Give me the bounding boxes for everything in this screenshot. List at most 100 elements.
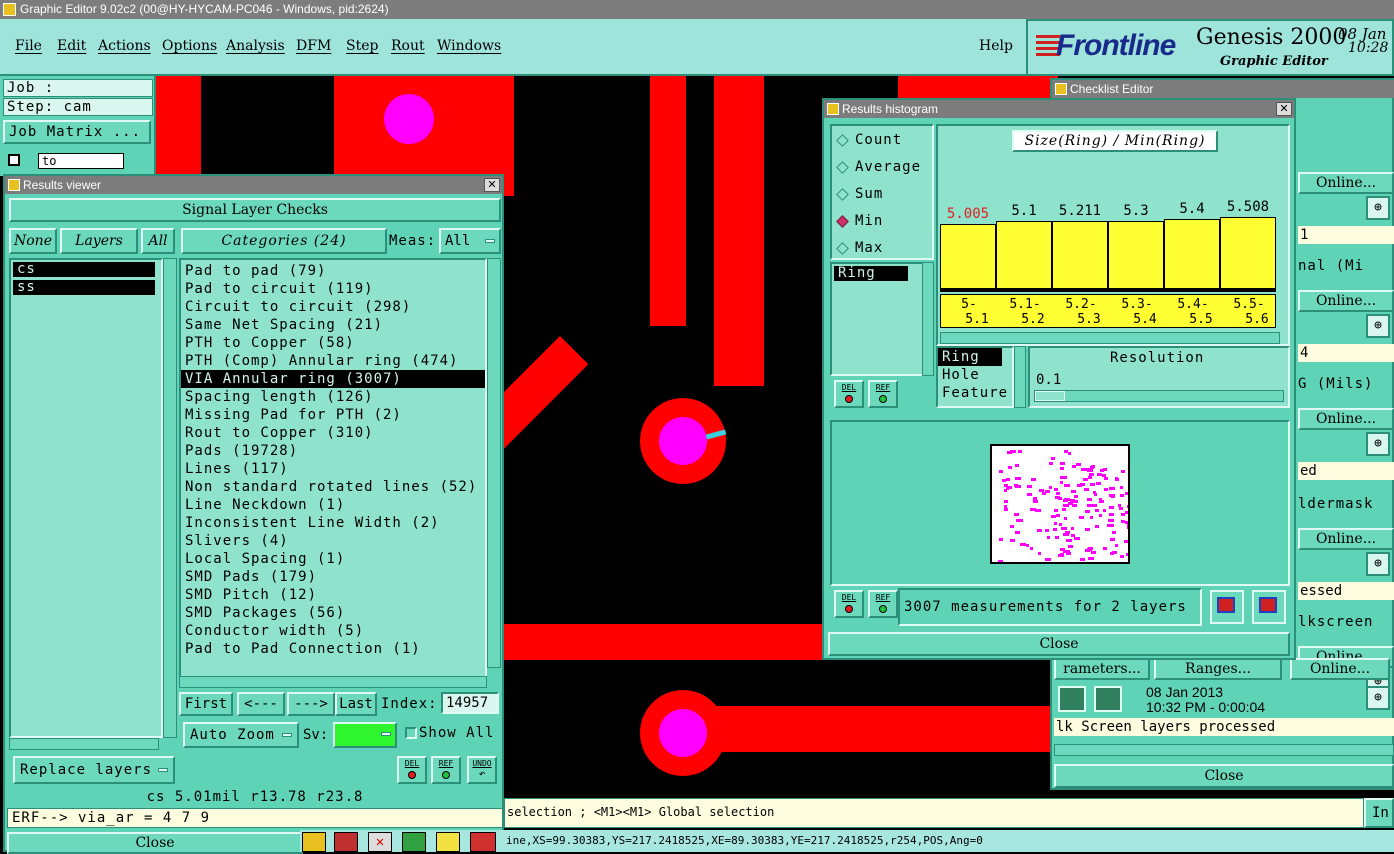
tool-icon-2[interactable]: [334, 832, 358, 852]
histogram-bar[interactable]: [940, 224, 996, 289]
ref-button[interactable]: REF: [431, 756, 461, 784]
online-button-last[interactable]: Online...: [1290, 658, 1390, 680]
category-item[interactable]: PTH (Comp) Annular ring (474): [181, 352, 485, 370]
category-item[interactable]: Pad to pad (79): [181, 262, 485, 280]
hist-del-button-2[interactable]: DEL: [834, 590, 864, 618]
menu-rout[interactable]: Rout: [391, 38, 425, 54]
in-button[interactable]: In: [1364, 798, 1394, 828]
stat-radio-max[interactable]: Max: [836, 240, 883, 256]
job-matrix-button[interactable]: Job Matrix ...: [3, 120, 151, 144]
size-item[interactable]: Ring: [938, 348, 1002, 366]
category-item[interactable]: Slivers (4): [181, 532, 485, 550]
zoom-icon[interactable]: ⊕: [1366, 686, 1390, 710]
notes-icon[interactable]: [436, 832, 460, 852]
category-item[interactable]: VIA Annular ring (3007): [181, 370, 485, 388]
help-menu[interactable]: Help: [979, 38, 1013, 54]
layer-list-scrollbar[interactable]: [163, 258, 177, 738]
category-item[interactable]: Pad to Pad Connection (1): [181, 640, 485, 658]
prev-button[interactable]: <---: [237, 692, 285, 716]
ref-cross-icon[interactable]: ✕: [368, 832, 392, 852]
category-item[interactable]: Rout to Copper (310): [181, 424, 485, 442]
category-item[interactable]: Local Spacing (1): [181, 550, 485, 568]
histogram-bar[interactable]: [996, 221, 1052, 289]
menu-windows[interactable]: Windows: [437, 38, 501, 54]
category-item[interactable]: Non standard rotated lines (52): [181, 478, 485, 496]
stat-radio-average[interactable]: Average: [836, 159, 921, 175]
results-close-button[interactable]: Close: [7, 832, 303, 854]
stat-radio-min[interactable]: Min: [836, 213, 883, 229]
checklist-close-button[interactable]: Close: [1054, 764, 1394, 788]
size-item[interactable]: Feature: [938, 384, 1012, 402]
undo-button[interactable]: UNDO ↶: [467, 756, 497, 784]
show-all-checkbox[interactable]: [405, 727, 417, 739]
measure-list[interactable]: Ring: [830, 262, 926, 376]
replace-layers-select[interactable]: Replace layers: [13, 756, 175, 784]
results-viewer-close-icon[interactable]: ✕: [484, 178, 500, 192]
last-button[interactable]: Last: [335, 692, 377, 716]
category-item[interactable]: Pad to circuit (119): [181, 280, 485, 298]
to-select[interactable]: to: [38, 153, 124, 169]
export-icon-2[interactable]: [1252, 590, 1286, 624]
menu-analysis[interactable]: Analysis: [226, 38, 285, 54]
layer-list-item[interactable]: ss: [13, 280, 155, 295]
category-item[interactable]: Lines (117): [181, 460, 485, 478]
menu-file[interactable]: File: [15, 38, 42, 54]
chart-icon[interactable]: [470, 832, 496, 852]
menu-edit[interactable]: Edit: [57, 38, 86, 54]
menu-dfm[interactable]: DFM: [296, 38, 331, 54]
index-field[interactable]: 14957: [441, 692, 499, 714]
export-icon-1[interactable]: [1210, 590, 1244, 624]
histogram-bar[interactable]: [1164, 219, 1220, 289]
measure-list-scrollbar[interactable]: [922, 262, 934, 376]
histogram-bar[interactable]: [1220, 217, 1276, 289]
category-item[interactable]: Conductor width (5): [181, 622, 485, 640]
size-list-scrollbar[interactable]: [1014, 346, 1026, 408]
hist-ref-button-2[interactable]: REF: [868, 590, 898, 618]
histogram-close-icon[interactable]: ✕: [1276, 102, 1292, 116]
category-item[interactable]: Pads (19728): [181, 442, 485, 460]
size-list[interactable]: Ring Hole Feature: [936, 346, 1014, 408]
zoom-icon[interactable]: ⊕: [1366, 432, 1390, 456]
menu-actions[interactable]: Actions: [98, 38, 151, 54]
menu-step[interactable]: Step: [346, 38, 378, 54]
ranges-button[interactable]: Ranges...: [1154, 658, 1282, 680]
measure-item[interactable]: Ring: [834, 266, 908, 281]
stat-radio-sum[interactable]: Sum: [836, 186, 883, 202]
next-button[interactable]: --->: [287, 692, 335, 716]
slider-thumb[interactable]: [1035, 391, 1065, 401]
zoom-icon[interactable]: ⊕: [1366, 552, 1390, 576]
category-item[interactable]: Spacing length (126): [181, 388, 485, 406]
size-item[interactable]: Hole: [938, 366, 1012, 384]
action-icon-2[interactable]: [1094, 686, 1122, 712]
histogram-bar[interactable]: [1108, 221, 1164, 289]
chart-hscroll[interactable]: [940, 332, 1280, 344]
online-button[interactable]: Online...: [1298, 172, 1394, 194]
category-item[interactable]: Missing Pad for PTH (2): [181, 406, 485, 424]
category-item[interactable]: SMD Pitch (12): [181, 586, 485, 604]
category-list-scrollbar[interactable]: [487, 258, 501, 668]
zoom-icon[interactable]: ⊕: [1366, 196, 1390, 220]
auto-zoom-select[interactable]: Auto Zoom: [183, 722, 299, 748]
online-button[interactable]: Online...: [1298, 408, 1394, 430]
stat-radio-count[interactable]: Count: [836, 132, 902, 148]
online-button[interactable]: Online...: [1298, 528, 1394, 550]
to-checkbox[interactable]: [8, 154, 20, 166]
zoom-icon[interactable]: ⊕: [1366, 314, 1390, 338]
category-item[interactable]: Same Net Spacing (21): [181, 316, 485, 334]
tool-icon-4[interactable]: [402, 832, 426, 852]
action-icon-1[interactable]: [1058, 686, 1086, 712]
all-button[interactable]: All: [141, 228, 175, 254]
first-button[interactable]: First: [179, 692, 233, 716]
parameters-button[interactable]: rameters...: [1054, 658, 1150, 680]
resolution-slider[interactable]: [1034, 390, 1284, 402]
categories-button[interactable]: Categories (24): [181, 228, 387, 254]
histogram-close-button[interactable]: Close: [828, 632, 1290, 656]
meas-select[interactable]: All: [439, 228, 501, 254]
category-item[interactable]: Inconsistent Line Width (2): [181, 514, 485, 532]
category-list[interactable]: Pad to pad (79) Pad to circuit (119) Circu…: [179, 258, 487, 682]
none-button[interactable]: None: [9, 228, 57, 254]
menu-options[interactable]: Options: [162, 38, 217, 54]
category-item[interactable]: SMD Packages (56): [181, 604, 485, 622]
category-item[interactable]: Circuit to circuit (298): [181, 298, 485, 316]
layer-list-item[interactable]: cs: [13, 262, 155, 277]
